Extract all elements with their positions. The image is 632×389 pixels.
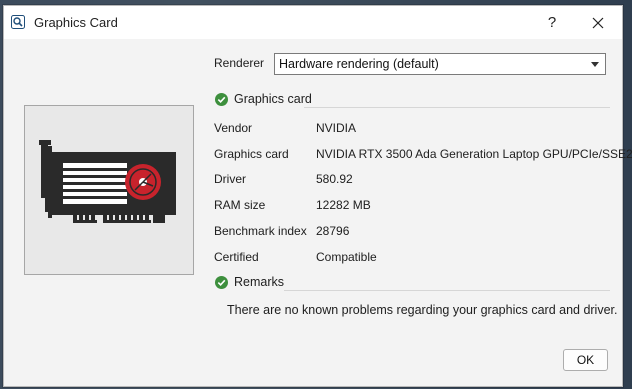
benchmark-index-value: 28796: [316, 224, 350, 238]
close-button[interactable]: [578, 6, 618, 39]
renderer-dropdown[interactable]: Hardware rendering (default): [274, 53, 606, 75]
help-button[interactable]: ?: [532, 6, 572, 39]
certified-value: Compatible: [316, 250, 377, 264]
remarks-section-header: Remarks: [215, 275, 284, 289]
ram-size-label: RAM size: [214, 198, 266, 212]
graphics-card-section-title: Graphics card: [234, 92, 312, 106]
driver-value: 580.92: [316, 172, 353, 186]
remarks-text: There are no known problems regarding yo…: [227, 303, 618, 317]
ram-size-value: 12282 MB: [316, 198, 371, 212]
check-circle-icon: [215, 92, 228, 106]
title-bar: Graphics Card ?: [4, 6, 622, 39]
chevron-down-icon: [591, 62, 599, 67]
graphics-card-dialog: Graphics Card ? Renderer Hardware render…: [3, 5, 632, 387]
renderer-selected-value: Hardware rendering (default): [279, 57, 439, 71]
graphics-card-value: NVIDIA RTX 3500 Ada Generation Laptop GP…: [316, 147, 632, 161]
vendor-label: Vendor: [214, 121, 253, 135]
graphics-card-section-header: Graphics card: [215, 92, 312, 106]
graphics-card-label: Graphics card: [214, 147, 289, 161]
magnifier-icon: [11, 15, 25, 29]
benchmark-index-label: Benchmark index: [214, 224, 307, 238]
vendor-value: NVIDIA: [316, 121, 357, 135]
section-divider: [304, 107, 610, 108]
certified-label: Certified: [214, 250, 259, 264]
window-title: Graphics Card: [34, 15, 118, 30]
driver-label: Driver: [214, 172, 246, 186]
check-circle-icon: [215, 275, 228, 289]
gpu-image-panel: [24, 105, 194, 275]
close-icon: [592, 17, 604, 28]
remarks-section-title: Remarks: [234, 275, 285, 289]
renderer-label: Renderer: [214, 56, 265, 70]
section-divider: [284, 290, 610, 291]
graphics-card-icon: [39, 140, 176, 223]
ok-button[interactable]: OK: [563, 349, 608, 371]
